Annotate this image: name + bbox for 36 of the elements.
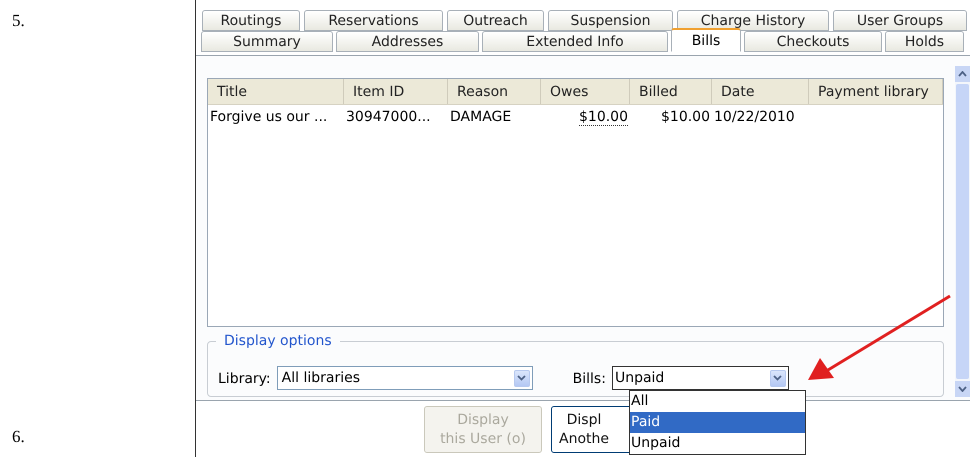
scroll-down-icon[interactable] bbox=[958, 386, 967, 392]
tab[interactable]: Charge History bbox=[677, 10, 829, 31]
tab[interactable]: Reservations bbox=[304, 10, 443, 31]
scrollbar[interactable] bbox=[955, 66, 970, 397]
step-number: 6. bbox=[12, 426, 26, 448]
column-header[interactable]: Payment library bbox=[809, 79, 943, 104]
table-cell: $10.00 bbox=[579, 109, 628, 126]
table-cell: 10/22/2010 bbox=[714, 109, 795, 125]
tab[interactable]: Holds bbox=[885, 31, 964, 52]
tab[interactable]: Routings bbox=[202, 10, 300, 31]
step-number: 5. bbox=[12, 10, 26, 32]
tab[interactable]: Bills bbox=[671, 28, 741, 52]
group-legend: Display options bbox=[216, 332, 340, 350]
column-header[interactable]: Billed bbox=[630, 79, 712, 104]
table-cell: $10.00 bbox=[661, 109, 710, 125]
scroll-up-icon[interactable] bbox=[958, 71, 967, 77]
tab[interactable]: Suspension bbox=[548, 10, 673, 31]
column-header[interactable]: Owes bbox=[541, 79, 630, 104]
bills-dropdown[interactable]: Unpaid bbox=[612, 366, 789, 390]
tab[interactable]: Addresses bbox=[336, 31, 479, 52]
library-dropdown[interactable]: All libraries bbox=[276, 366, 533, 390]
column-header[interactable]: Reason bbox=[448, 79, 541, 104]
table-cell: DAMAGE bbox=[450, 109, 512, 125]
tab[interactable]: Outreach bbox=[447, 10, 544, 31]
tab[interactable]: Summary bbox=[201, 31, 333, 52]
column-header[interactable]: Date bbox=[712, 79, 809, 104]
field-label: Library: bbox=[218, 370, 271, 389]
table-cell: Forgive us our ... bbox=[210, 109, 328, 125]
column-header[interactable]: Item ID bbox=[344, 79, 448, 104]
table-cell: 30947000... bbox=[346, 109, 431, 125]
field-label: Bills: bbox=[572, 370, 606, 389]
tab[interactable]: User Groups bbox=[833, 10, 967, 31]
column-header[interactable]: Title bbox=[208, 79, 344, 104]
tab[interactable]: Extended Info bbox=[482, 31, 668, 52]
dropdown-option[interactable]: Paid bbox=[630, 412, 805, 433]
tab[interactable]: Checkouts bbox=[744, 31, 882, 52]
